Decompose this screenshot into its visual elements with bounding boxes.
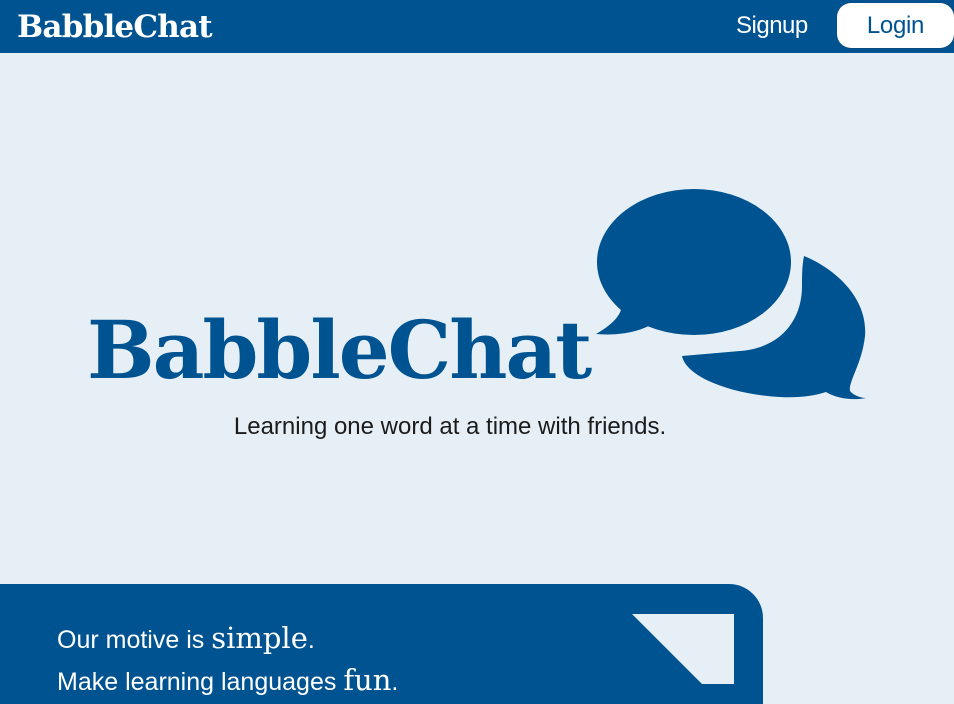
- top-navbar: BabbleChat Signup Login: [0, 0, 954, 53]
- motive-emphasis-simple: simple: [211, 621, 308, 655]
- signup-link[interactable]: Signup: [736, 11, 808, 41]
- chat-bubbles-icon: [590, 186, 866, 400]
- motive-line-1-prefix: Our motive is: [57, 626, 212, 654]
- motive-line-2: Make learning languages fun.: [57, 664, 398, 698]
- motive-emphasis-fun: fun: [343, 663, 392, 697]
- motive-card: Our motive is simple. Make learning lang…: [0, 584, 763, 704]
- hero-tagline: Learning one word at a time with friends…: [0, 410, 900, 444]
- motive-line-1-suffix: .: [307, 626, 315, 654]
- chat-bubble-front: [596, 189, 791, 335]
- nav-brand-logo[interactable]: BabbleChat: [17, 7, 213, 47]
- motive-line-2-prefix: Make learning languages: [57, 668, 344, 696]
- login-button[interactable]: Login: [837, 3, 954, 48]
- hero-logo-text: BabbleChat: [87, 303, 592, 397]
- motive-line-1: Our motive is simple.: [57, 622, 315, 656]
- page-corner-icon: [632, 614, 734, 684]
- tagline-text: Learning one word at a time with friends…: [233, 413, 667, 440]
- motive-line-2-suffix: .: [391, 668, 399, 696]
